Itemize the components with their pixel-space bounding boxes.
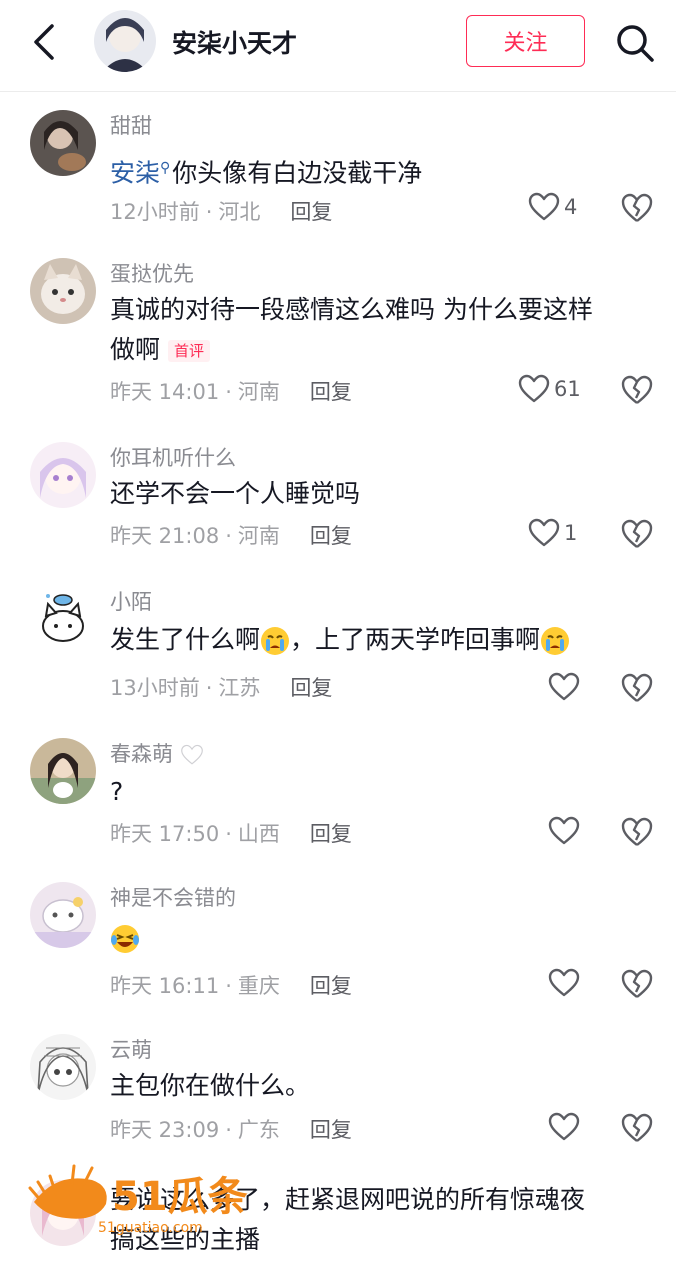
comment-text: 主包你在做什么。 <box>110 1071 311 1100</box>
reply-button[interactable]: 回复 <box>290 200 332 224</box>
heart-icon <box>528 192 560 221</box>
reply-button[interactable]: 回复 <box>310 524 352 548</box>
broken-heart-icon <box>621 519 653 548</box>
broken-heart-icon <box>621 193 653 222</box>
heart-icon <box>548 1112 580 1141</box>
commenter-name[interactable]: 云萌 <box>110 1034 152 1064</box>
crying-emoji-icon <box>261 627 290 655</box>
laughing-tears-emoji-icon <box>111 925 139 953</box>
broken-heart-icon <box>621 1113 653 1142</box>
back-button[interactable] <box>26 22 62 62</box>
shrimp-logo-icon: 51瓜条 51guatiao.com <box>28 1164 248 1236</box>
like-button[interactable]: 61 <box>518 374 581 404</box>
first-comment-badge: 首评 <box>168 340 211 362</box>
dislike-button[interactable] <box>620 374 656 410</box>
like-button[interactable]: 4 <box>528 192 577 222</box>
comment-item: 神是不会错的 昨天 16:11 · 重庆 回复 <box>0 882 676 1012</box>
commenter-name[interactable]: 小陌 <box>110 586 152 616</box>
heart-icon <box>548 968 580 997</box>
commenter-name[interactable]: 甜甜 <box>110 110 152 140</box>
comment-text: 发生了什么啊 ，上了两天学咋回事啊 <box>110 620 658 660</box>
search-icon <box>617 25 654 62</box>
avatar[interactable] <box>30 442 96 508</box>
like-button[interactable] <box>548 816 580 846</box>
comment-meta: 昨天 16:11 · 重庆 回复 <box>110 974 352 998</box>
heart-icon <box>548 816 580 845</box>
top-bar: 安柒小天才 关注 <box>0 0 676 92</box>
avatar[interactable] <box>30 882 96 948</box>
comment-text <box>110 918 658 958</box>
comment-text: 安柒⚲你头像有白边没截干净 <box>110 158 423 188</box>
profile-name[interactable]: 安柒小天才 <box>172 24 297 60</box>
comment-text: ? <box>110 777 124 806</box>
broken-heart-icon <box>621 969 653 998</box>
dislike-button[interactable] <box>620 968 656 1004</box>
avatar[interactable] <box>30 110 96 176</box>
comment-meta: 昨天 21:08 · 河南 回复 <box>110 524 352 548</box>
avatar[interactable] <box>30 258 96 324</box>
dislike-button[interactable] <box>620 816 656 852</box>
broken-heart-icon <box>621 673 653 702</box>
comment-text: 还学不会一个人睡觉吗 <box>110 479 361 508</box>
back-arrow-icon <box>34 24 54 60</box>
heart-icon <box>528 518 560 547</box>
watermark-logo: 51瓜条 51guatiao.com <box>26 1158 266 1238</box>
like-button[interactable] <box>548 1112 580 1142</box>
dislike-button[interactable] <box>620 192 656 228</box>
broken-heart-icon <box>621 817 653 846</box>
comment-item: 你耳机听什么 还学不会一个人睡觉吗 昨天 21:08 · 河南 回复 1 <box>0 442 676 562</box>
like-button[interactable] <box>548 672 580 702</box>
like-count: 61 <box>554 377 581 401</box>
like-button[interactable] <box>548 968 580 998</box>
like-count: 1 <box>564 521 578 545</box>
commenter-name[interactable]: 神是不会错的 <box>110 882 236 912</box>
mention-link[interactable]: 安柒 <box>110 158 160 187</box>
avatar[interactable] <box>30 738 96 804</box>
dislike-button[interactable] <box>620 672 656 708</box>
comment-item: 小陌 发生了什么啊 ，上了两天学咋回事啊 13小时前 · 江苏 回复 <box>0 586 676 716</box>
like-button[interactable]: 1 <box>528 518 577 548</box>
comment-item: 云萌 主包你在做什么。 昨天 23:09 · 广东 回复 <box>0 1034 676 1154</box>
heart-icon <box>548 672 580 701</box>
search-button[interactable] <box>612 20 658 66</box>
comment-item: 蛋挞优先 真诚的对待一段感情这么难吗 为什么要这样 做啊 首评 昨天 14:01 ·… <box>0 258 676 418</box>
comment-meta: 12小时前 · 河北 回复 <box>110 200 333 224</box>
reply-button[interactable]: 回复 <box>310 974 352 998</box>
follow-button[interactable]: 关注 <box>466 15 585 67</box>
comment-meta: 13小时前 · 江苏 回复 <box>110 676 333 700</box>
commenter-name[interactable]: 你耳机听什么 <box>110 442 236 472</box>
reply-button[interactable]: 回复 <box>290 676 332 700</box>
search-mini-icon: ⚲ <box>160 160 171 176</box>
dislike-button[interactable] <box>620 1112 656 1148</box>
comment-meta: 昨天 17:50 · 山西 回复 <box>110 822 352 846</box>
reply-button[interactable]: 回复 <box>310 1118 352 1142</box>
dislike-button[interactable] <box>620 518 656 554</box>
avatar[interactable] <box>30 1034 96 1100</box>
avatar[interactable] <box>30 586 96 652</box>
comment-item: 甜甜 安柒⚲你头像有白边没截干净 12小时前 · 河北 回复 4 <box>0 110 676 230</box>
watermark-brand: 51瓜条 <box>112 1174 248 1220</box>
comment-item: 春森萌 ? 昨天 17:50 · 山西 回复 <box>0 738 676 858</box>
reply-button[interactable]: 回复 <box>310 380 352 404</box>
like-count: 4 <box>564 195 578 219</box>
white-heart-icon <box>180 744 203 765</box>
heart-icon <box>518 374 550 403</box>
commenter-name[interactable]: 春森萌 <box>110 738 204 768</box>
watermark-url: 51guatiao.com <box>98 1220 203 1236</box>
comment-meta: 昨天 23:09 · 广东 回复 <box>110 1118 352 1142</box>
reply-button[interactable]: 回复 <box>310 822 352 846</box>
commenter-name[interactable]: 蛋挞优先 <box>110 258 194 288</box>
comment-text: 真诚的对待一段感情这么难吗 为什么要这样 做啊 首评 <box>110 295 593 364</box>
crying-emoji-icon <box>541 627 570 655</box>
broken-heart-icon <box>621 375 653 404</box>
comment-meta: 昨天 14:01 · 河南 回复 <box>110 380 352 404</box>
profile-avatar[interactable] <box>94 10 156 72</box>
